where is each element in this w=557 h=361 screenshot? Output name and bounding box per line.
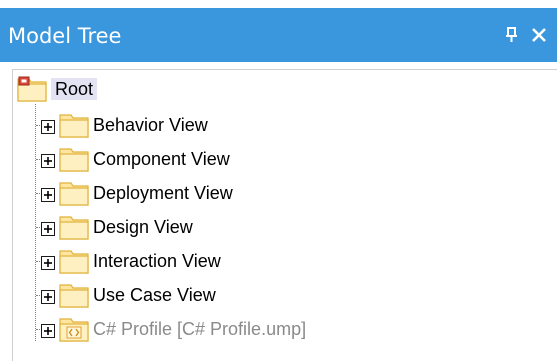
title-bar: Model Tree [0, 8, 557, 62]
folder-icon [59, 148, 89, 172]
tree-node[interactable]: Component View [13, 144, 533, 174]
plus-box-icon [41, 154, 55, 168]
expand-toggle[interactable] [41, 254, 55, 270]
expand-toggle[interactable] [41, 220, 55, 236]
plus-box-icon [41, 324, 55, 338]
tree-node[interactable]: C# Profile [C# Profile.ump] [13, 314, 533, 344]
panel-title: Model Tree [8, 24, 122, 48]
folder-icon [59, 114, 89, 138]
tree-node-label: Deployment View [93, 183, 233, 203]
tree-root-label: Root [51, 78, 98, 100]
folder-icon [59, 250, 89, 274]
close-icon [532, 28, 546, 42]
expand-toggle[interactable] [41, 118, 55, 134]
tree-node[interactable]: Interaction View [13, 246, 533, 276]
plus-box-icon [41, 290, 55, 304]
tree-node[interactable]: Use Case View [13, 280, 533, 310]
expand-toggle[interactable] [41, 288, 55, 304]
model-tree[interactable]: Root Behavior View Component View Deployme… [12, 69, 557, 361]
expand-toggle[interactable] [41, 152, 55, 168]
tree-node-label: Behavior View [93, 115, 208, 135]
tree-node-label: Design View [93, 217, 193, 237]
profile-folder-icon [59, 318, 89, 342]
expand-toggle[interactable] [41, 186, 55, 202]
tree-node[interactable]: Design View [13, 212, 533, 242]
model-tree-panel: Model Tree Root Behavior View Component … [0, 0, 557, 361]
tree-node[interactable]: Behavior View [13, 110, 533, 140]
plus-box-icon [41, 120, 55, 134]
folder-icon [59, 284, 89, 308]
pin-icon [506, 27, 517, 42]
tree-node-label: C# Profile [C# Profile.ump] [93, 319, 307, 339]
tree-node-label: Component View [93, 149, 230, 169]
root-folder-icon [17, 76, 47, 102]
tree-root-node[interactable]: Root [17, 74, 127, 104]
plus-box-icon [41, 188, 55, 202]
tree-node[interactable]: Deployment View [13, 178, 533, 208]
expand-toggle[interactable] [41, 322, 55, 338]
tree-node-label: Use Case View [93, 285, 216, 305]
plus-box-icon [41, 222, 55, 236]
plus-box-icon [41, 256, 55, 270]
pin-button[interactable] [501, 22, 523, 48]
close-button[interactable] [528, 22, 550, 48]
folder-icon [59, 216, 89, 240]
folder-icon [59, 182, 89, 206]
tree-node-label: Interaction View [93, 251, 221, 271]
